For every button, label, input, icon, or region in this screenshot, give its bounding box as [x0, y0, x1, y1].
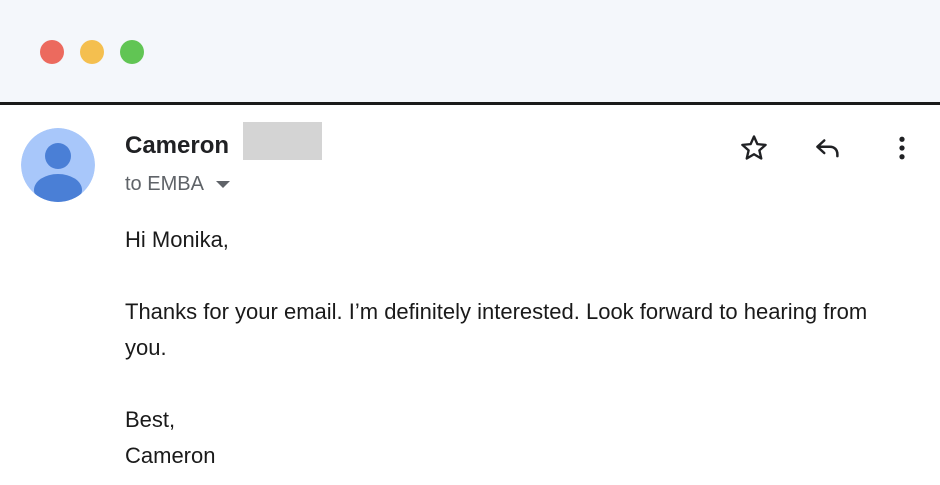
recipient-line: to EMBA	[125, 172, 230, 196]
signature-line: Cameron	[125, 443, 216, 468]
sender-name: Cameron	[125, 132, 230, 159]
message-body: Hi Monika, Thanks for your email. I’m de…	[125, 222, 905, 474]
titlebar-divider	[0, 102, 940, 105]
window-close-button[interactable]	[40, 40, 64, 64]
email-window: Cameron to EMBA Hi Monika, Thanks for yo…	[0, 0, 940, 485]
star-outline-icon	[741, 135, 767, 160]
window-titlebar	[0, 0, 940, 102]
recipient-text: to EMBA	[125, 173, 204, 195]
reply-button[interactable]	[810, 130, 846, 166]
more-vertical-icon	[899, 136, 905, 160]
reply-arrow-icon	[816, 139, 839, 158]
closing-line: Best,	[125, 407, 176, 432]
person-avatar-icon	[21, 128, 95, 202]
more-options-button[interactable]	[884, 130, 920, 166]
recipient-details-dropdown-icon[interactable]	[215, 180, 230, 188]
window-minimize-button[interactable]	[80, 40, 104, 64]
window-zoom-button[interactable]	[120, 40, 144, 64]
body-paragraph: Thanks for your email. I’m definitely in…	[125, 299, 868, 360]
star-button[interactable]	[736, 130, 772, 166]
sender-avatar	[21, 128, 95, 202]
greeting-line: Hi Monika,	[125, 227, 229, 252]
redacted-surname	[243, 122, 322, 160]
